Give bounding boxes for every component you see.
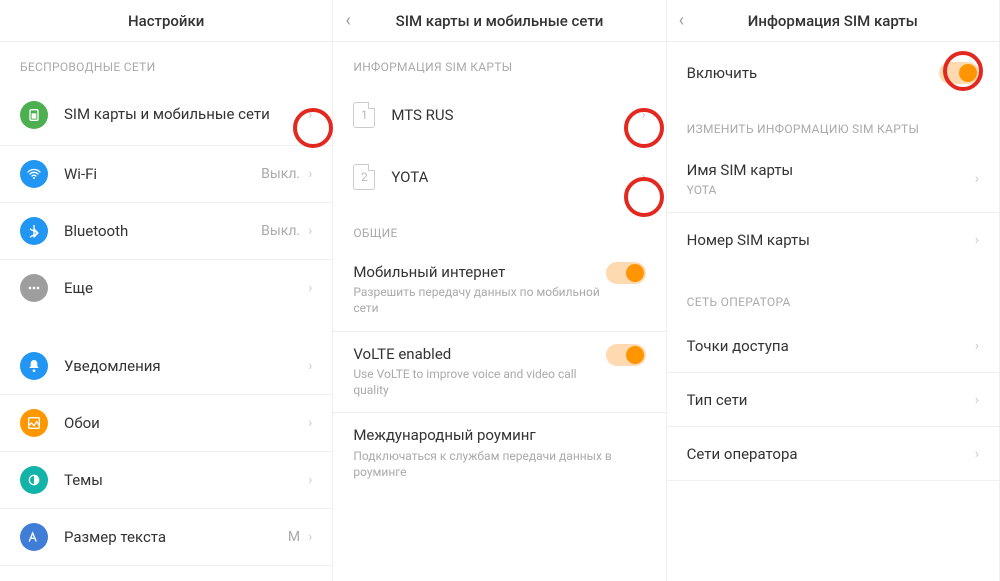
bluetooth-value: Выкл. bbox=[261, 223, 300, 239]
back-button[interactable]: ‹ bbox=[679, 12, 684, 30]
row-wallpaper[interactable]: Обои › bbox=[0, 395, 332, 452]
sim2-label: YOTA bbox=[391, 167, 641, 187]
sim-info-section-header: ИНФОРМАЦИЯ SIM КАРТЫ bbox=[333, 42, 665, 84]
edit-siminfo-section-header: ИЗМЕНИТЬ ИНФОРМАЦИЮ SIM КАРТЫ bbox=[667, 104, 999, 146]
sim1-label: MTS RUS bbox=[391, 105, 641, 125]
chevron-right-icon: › bbox=[975, 446, 979, 462]
sim-name-sub: YOTA bbox=[687, 182, 975, 198]
row-themes[interactable]: Темы › bbox=[0, 452, 332, 509]
wallpaper-label: Обои bbox=[64, 413, 308, 433]
mobile-data-toggle[interactable] bbox=[606, 262, 646, 284]
sim-panel: ‹ SIM карты и мобильные сети ИНФОРМАЦИЯ … bbox=[333, 0, 666, 581]
apn-label: Точки доступа bbox=[687, 336, 975, 356]
chevron-right-icon: › bbox=[975, 232, 979, 248]
notifications-label: Уведомления bbox=[64, 356, 308, 376]
wifi-label: Wi-Fi bbox=[64, 164, 261, 184]
roaming-sub: Подключаться к службам передачи данных в… bbox=[353, 448, 645, 480]
sim-name-label: Имя SIM карты bbox=[687, 160, 975, 180]
themes-label: Темы bbox=[64, 470, 308, 490]
wifi-icon bbox=[20, 160, 48, 188]
row-net-type[interactable]: Тип сети › bbox=[667, 373, 999, 427]
chevron-right-icon: › bbox=[308, 529, 312, 545]
mobile-data-label: Мобильный интернет bbox=[353, 262, 605, 282]
row-mobile-data[interactable]: Мобильный интернет Разрешить передачу да… bbox=[333, 250, 665, 332]
more-icon bbox=[20, 274, 48, 302]
siminfo-panel: ‹ Информация SIM карты Включить ИЗМЕНИТЬ… bbox=[667, 0, 1000, 581]
textsize-value: М bbox=[288, 529, 300, 545]
chevron-right-icon: › bbox=[308, 166, 312, 182]
bluetooth-label: Bluetooth bbox=[64, 221, 261, 241]
wireless-section-header: БЕСПРОВОДНЫЕ СЕТИ bbox=[0, 42, 332, 84]
roaming-label: Международный роуминг bbox=[353, 425, 645, 445]
sim-number-label: Номер SIM карты bbox=[687, 230, 975, 250]
volte-label: VoLTE enabled bbox=[353, 344, 605, 364]
chevron-right-icon: › bbox=[308, 223, 312, 239]
row-sim-number[interactable]: Номер SIM карты › bbox=[667, 213, 999, 267]
row-enable-sim[interactable]: Включить bbox=[667, 42, 999, 104]
wifi-value: Выкл. bbox=[261, 166, 300, 182]
row-sim2[interactable]: 2 YOTA › bbox=[333, 146, 665, 208]
row-sim-name[interactable]: Имя SIM карты YOTA › bbox=[667, 146, 999, 213]
textsize-icon bbox=[20, 523, 48, 551]
sim-slot-1-icon: 1 bbox=[353, 102, 375, 128]
chevron-right-icon: › bbox=[308, 358, 312, 374]
row-apn[interactable]: Точки доступа › bbox=[667, 319, 999, 373]
chevron-right-icon: › bbox=[308, 472, 312, 488]
chevron-right-icon: › bbox=[308, 280, 312, 296]
row-wifi[interactable]: Wi-Fi Выкл. › bbox=[0, 146, 332, 203]
row-roaming[interactable]: Международный роуминг Подключаться к слу… bbox=[333, 413, 665, 494]
row-volte[interactable]: VoLTE enabled Use VoLTE to improve voice… bbox=[333, 332, 665, 414]
sim-slot-2-icon: 2 bbox=[353, 164, 375, 190]
operator-section-header: СЕТЬ ОПЕРАТОРА bbox=[667, 267, 999, 319]
operator-nets-label: Сети оператора bbox=[687, 444, 975, 464]
sim-header: ‹ SIM карты и мобильные сети bbox=[333, 0, 665, 42]
volte-sub: Use VoLTE to improve voice and video cal… bbox=[353, 366, 605, 398]
siminfo-title: Информация SIM карты bbox=[748, 12, 918, 30]
more-label: Еще bbox=[64, 278, 308, 298]
settings-title: Настройки bbox=[128, 12, 204, 30]
general-section-header: ОБЩИЕ bbox=[333, 208, 665, 250]
sim-title: SIM карты и мобильные сети bbox=[396, 12, 604, 30]
row-operator-nets[interactable]: Сети оператора › bbox=[667, 427, 999, 481]
chevron-right-icon: › bbox=[975, 392, 979, 408]
enable-sim-label: Включить bbox=[687, 63, 939, 83]
row-sim-and-mobile[interactable]: SIM карты и мобильные сети › bbox=[0, 84, 332, 146]
row-sim1[interactable]: 1 MTS RUS › bbox=[333, 84, 665, 146]
chevron-right-icon: › bbox=[308, 415, 312, 431]
chevron-right-icon: › bbox=[308, 107, 312, 123]
chevron-right-icon: › bbox=[641, 107, 645, 123]
row-bluetooth[interactable]: Bluetooth Выкл. › bbox=[0, 203, 332, 260]
wallpaper-icon bbox=[20, 409, 48, 437]
sim-card-icon bbox=[20, 101, 48, 129]
row-sim-label: SIM карты и мобильные сети bbox=[64, 104, 308, 124]
bluetooth-icon bbox=[20, 217, 48, 245]
chevron-right-icon: › bbox=[641, 169, 645, 185]
themes-icon bbox=[20, 466, 48, 494]
bell-icon bbox=[20, 352, 48, 380]
row-more[interactable]: Еще › bbox=[0, 260, 332, 316]
siminfo-header: ‹ Информация SIM карты bbox=[667, 0, 999, 42]
back-button[interactable]: ‹ bbox=[345, 12, 350, 30]
volte-toggle[interactable] bbox=[606, 344, 646, 366]
chevron-right-icon: › bbox=[975, 338, 979, 354]
settings-panel: Настройки БЕСПРОВОДНЫЕ СЕТИ SIM карты и … bbox=[0, 0, 333, 581]
net-type-label: Тип сети bbox=[687, 390, 975, 410]
textsize-label: Размер текста bbox=[64, 527, 288, 547]
row-notifications[interactable]: Уведомления › bbox=[0, 338, 332, 395]
row-textsize[interactable]: Размер текста М › bbox=[0, 509, 332, 566]
enable-sim-toggle[interactable] bbox=[939, 62, 979, 84]
chevron-right-icon: › bbox=[975, 171, 979, 187]
settings-header: Настройки bbox=[0, 0, 332, 42]
mobile-data-sub: Разрешить передачу данных по мобильной с… bbox=[353, 284, 605, 316]
